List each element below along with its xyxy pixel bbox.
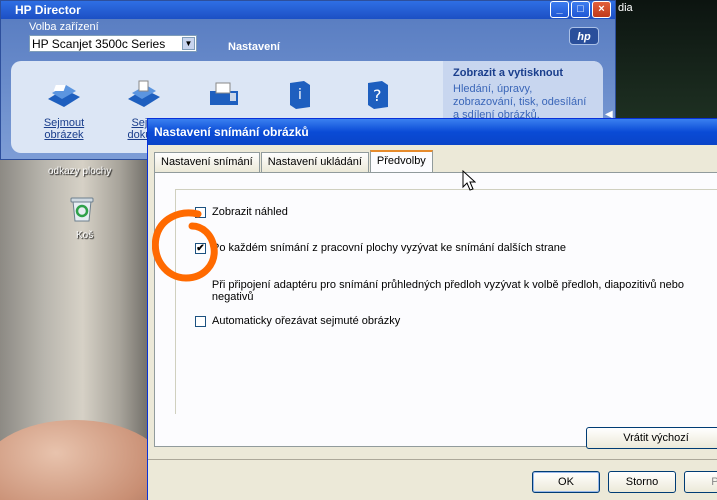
maximize-button[interactable]: □ [571,1,590,18]
device-select-value: HP Scanjet 3500c Series [32,37,166,51]
svg-text:i: i [298,87,302,103]
option-label: Automaticky ořezávat sejmuté obrázky [212,315,401,327]
option-auto-crop[interactable]: Automaticky ořezávat sejmuté obrázky [195,315,400,327]
settings-link[interactable]: Nastavení [228,41,280,53]
option-label: Při připojení adaptéru pro snímání průhl… [211,279,684,303]
restore-defaults-button[interactable]: Vrátit výchozí [586,427,717,449]
scan-settings-dialog: Nastavení snímání obrázků Nastavení sním… [147,118,717,500]
background-window-text: dia [618,2,633,14]
option-label: Po každém snímání z pracovní plochy vyzý… [212,242,566,254]
scan-picture-label-1: Sejmout [43,117,85,129]
fax-button[interactable] [199,79,249,111]
option-label: Zobrazit náhled [212,206,288,218]
svg-text:?: ? [373,86,382,105]
chevron-down-icon[interactable]: ▼ [182,37,195,50]
help-button[interactable]: ? [353,79,403,111]
tab-scan-settings[interactable]: Nastavení snímání [154,152,260,172]
checkbox-auto-crop[interactable] [195,315,206,327]
device-select[interactable]: HP Scanjet 3500c Series ▼ [29,35,197,52]
recycle-bin-label[interactable]: Koš [76,230,93,241]
close-button[interactable]: × [592,1,611,18]
desktop-shortcut-label[interactable]: odkazy plochy [48,166,111,177]
tab-preferences[interactable]: Předvolby [369,150,433,172]
preferences-panel: Zobrazit náhled ✔ Po každém snímání z pr… [154,172,717,447]
scanner-picture-icon [48,85,80,107]
divider [148,459,717,460]
hp-director-titlebar[interactable]: HP Director _ □ × [1,1,615,19]
scan-picture-label-2: obrázek [44,129,84,141]
dialog-titlebar[interactable]: Nastavení snímání obrázků [148,119,717,145]
minimize-button[interactable]: _ [550,1,569,18]
info-book-icon: i [290,81,310,109]
hp-logo: hp [569,27,599,45]
tab-save-settings[interactable]: Nastavení ukládání [260,152,369,172]
info-text: Hledání, úpravy, zobrazování, tisk, odes… [453,83,587,121]
option-prompt-next-page[interactable]: ✔ Po každém snímání z pracovní plochy vy… [195,242,566,254]
mouse-cursor-icon [462,170,476,191]
ok-button[interactable]: OK [532,471,600,493]
option-transparency-adapter[interactable]: Při připojení adaptéru pro snímání průhl… [195,279,717,303]
scanner-document-icon [128,80,160,107]
cancel-button[interactable]: Storno [608,471,676,493]
window-title: HP Director [15,3,81,17]
info-title[interactable]: Zobrazit a vytisknout [453,67,593,79]
annotation-circle [152,209,218,282]
apply-button[interactable]: Po [684,471,717,493]
device-label: Volba zařízení [29,21,99,33]
background-window-edge [616,0,717,120]
scan-picture-button[interactable]: Sejmout obrázek [39,79,89,141]
info-button[interactable]: i [275,79,325,111]
fax-printer-icon [210,82,238,105]
recycle-bin-icon[interactable] [68,195,96,223]
dialog-tabs: Nastavení snímání Nastavení ukládání Pře… [154,150,434,172]
help-icon: ? [368,81,388,109]
dialog-title: Nastavení snímání obrázků [154,125,309,139]
